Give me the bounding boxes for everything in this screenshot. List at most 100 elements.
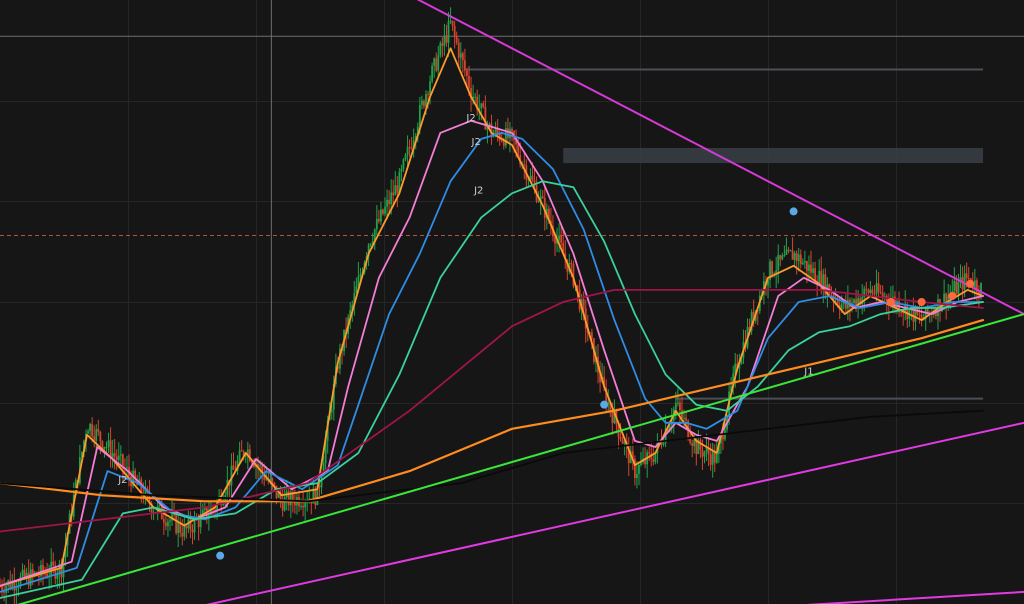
- signal-dot: [948, 291, 957, 300]
- candle-body: [232, 465, 235, 470]
- candle-body: [517, 144, 520, 156]
- candle-body: [185, 525, 188, 529]
- candle-body: [191, 529, 194, 533]
- candle-body: [869, 289, 872, 293]
- candle-body: [183, 525, 186, 537]
- candle-body: [812, 268, 814, 273]
- candle-body: [375, 218, 378, 230]
- candle-body: [875, 283, 878, 294]
- candle-body: [447, 21, 450, 43]
- candle-body: [582, 299, 585, 309]
- candle-body: [722, 434, 724, 440]
- candle-body: [201, 509, 204, 514]
- candle-body: [441, 43, 444, 46]
- candle-body: [433, 58, 436, 66]
- candle-body: [437, 55, 440, 71]
- candle-body: [685, 417, 687, 421]
- candle-body: [793, 253, 796, 260]
- candle-body: [111, 453, 114, 458]
- candle-body: [711, 450, 714, 465]
- candle-body: [427, 94, 429, 96]
- candle-body: [810, 264, 812, 273]
- candle-body: [619, 436, 622, 440]
- candle-body: [418, 104, 421, 127]
- candle-body: [425, 94, 427, 107]
- candle-body: [683, 417, 685, 419]
- candle-body: [830, 293, 833, 295]
- candle-body: [531, 175, 534, 181]
- signal-dot: [886, 298, 895, 306]
- candle-body: [963, 273, 966, 290]
- candle-body: [480, 103, 483, 109]
- candle-body: [449, 20, 452, 22]
- candle-body: [715, 453, 718, 463]
- candle-body: [648, 452, 651, 454]
- candle-body: [466, 70, 468, 77]
- candle-body: [404, 154, 407, 160]
- candle-body: [797, 254, 800, 262]
- candle-body: [570, 262, 573, 265]
- candle-body: [699, 439, 702, 450]
- candle-body: [967, 278, 970, 280]
- candle-body: [105, 446, 108, 448]
- candle-body: [787, 249, 790, 251]
- candle-body: [541, 196, 544, 199]
- candle-body: [369, 243, 372, 245]
- chart-root: J2 J2 J2 J2 J1: [0, 0, 1024, 604]
- candle-body: [431, 65, 434, 82]
- candle-body: [87, 431, 89, 434]
- candle-body: [173, 514, 175, 516]
- candle-body: [507, 128, 509, 139]
- wave-label: J2: [465, 113, 475, 124]
- candle-body: [814, 268, 817, 282]
- candle-body: [691, 442, 694, 447]
- candle-body: [918, 314, 921, 316]
- candle-body: [177, 522, 180, 534]
- candle-body: [330, 409, 333, 413]
- candle-body: [15, 588, 18, 591]
- candle-body: [808, 264, 810, 271]
- candle-body: [881, 292, 884, 297]
- candle-body: [400, 168, 403, 172]
- candle-body: [169, 520, 171, 522]
- candle-body: [31, 569, 34, 575]
- signal-dot: [917, 298, 926, 306]
- candle-body: [304, 502, 307, 508]
- candle-body: [560, 235, 563, 243]
- candle-body: [853, 299, 855, 304]
- candle-body: [423, 100, 425, 107]
- candle-body: [795, 253, 798, 262]
- candle-body: [164, 522, 167, 527]
- signal-dot: [600, 400, 609, 409]
- candle-body: [113, 453, 116, 457]
- candle-body: [799, 254, 802, 265]
- candle-body: [175, 514, 178, 534]
- candle-body: [197, 519, 200, 528]
- candle-body: [410, 147, 413, 149]
- candle-body: [406, 147, 409, 155]
- candle-body: [396, 185, 399, 194]
- candle-body: [509, 128, 511, 139]
- candle-body: [482, 103, 485, 107]
- candle-body: [107, 440, 110, 447]
- candle-body: [420, 100, 423, 105]
- candle-body: [511, 128, 513, 131]
- wave-label: J2: [471, 137, 481, 148]
- candle-body: [779, 255, 782, 260]
- candle-body: [523, 163, 526, 166]
- candle-body: [771, 261, 773, 275]
- candle-body: [783, 255, 786, 257]
- candle-body: [636, 473, 638, 479]
- candle-body: [52, 561, 55, 566]
- price-chart[interactable]: J2 J2 J2 J2 J1: [0, 0, 1024, 604]
- candle-body: [781, 255, 784, 260]
- candle-body: [537, 201, 540, 203]
- candle-body: [91, 424, 94, 437]
- candle-body: [392, 192, 395, 196]
- candle-body: [877, 283, 880, 293]
- candle-body: [457, 42, 460, 58]
- candle-body: [500, 140, 503, 142]
- candle-body: [789, 250, 792, 252]
- candle-body: [384, 206, 386, 214]
- candle-body: [980, 282, 982, 296]
